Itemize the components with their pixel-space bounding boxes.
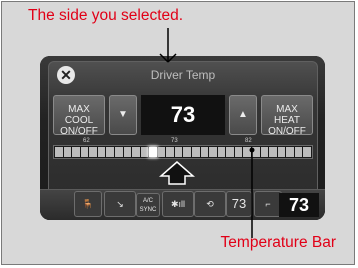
leader-dot xyxy=(249,147,255,153)
leader-bracket-left xyxy=(159,53,169,63)
callout-lines xyxy=(159,28,255,238)
leader-bracket-right xyxy=(167,53,177,63)
